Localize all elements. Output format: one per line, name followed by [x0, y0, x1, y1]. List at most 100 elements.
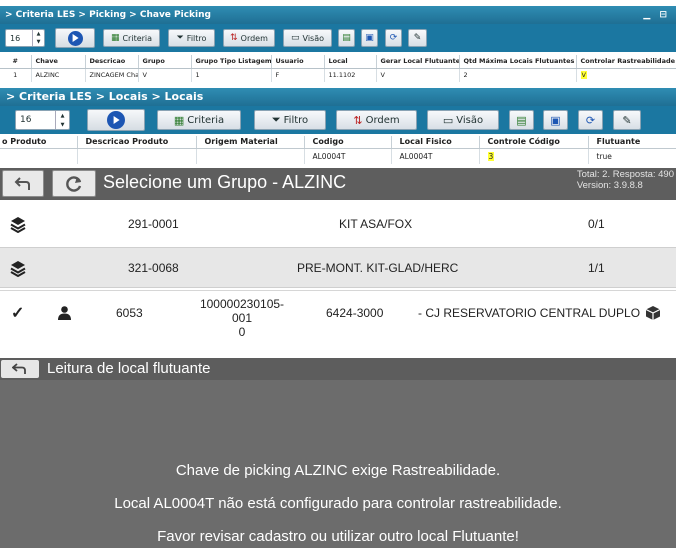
column-header[interactable]: Origem Material — [196, 136, 305, 149]
window-controls[interactable]: ▁ ⊟ — [643, 6, 670, 24]
refresh-button[interactable]: ⟳ — [578, 110, 603, 130]
grupo-header-bar: Selecione um Grupo - ALZINC Total: 2. Re… — [0, 168, 676, 200]
table-cell: V — [576, 68, 676, 82]
table-cell: V — [138, 68, 192, 82]
sort-az-icon: ⇅ — [230, 33, 238, 43]
page-size-stepper[interactable]: 16 ▲ ▼ — [5, 29, 45, 47]
play-icon — [67, 30, 83, 46]
status-info: Total: 2. Resposta: 490 Version: 3.9.8.8 — [577, 169, 674, 191]
back-button[interactable] — [2, 170, 44, 197]
column-header[interactable]: Chave — [31, 55, 86, 69]
export-icon: ▤ — [342, 33, 351, 43]
box-icon[interactable] — [645, 305, 661, 321]
ordem-button[interactable]: ⇅ Ordem — [336, 110, 417, 130]
list-item[interactable]: 321-0068 PRE-MONT. KIT-GLAD/HERC 1/1 — [0, 247, 676, 288]
save-button[interactable]: ▣ — [361, 29, 378, 47]
list-item[interactable]: 291-0001 KIT ASA/FOX 0/1 — [0, 204, 676, 245]
column-header[interactable]: Grupo Tipo Listagem — [191, 55, 272, 69]
dialog-header-bar: Leitura de local flutuante — [0, 358, 676, 380]
column-header[interactable]: Local Fisico — [391, 136, 480, 149]
ordem-button[interactable]: ⇅ Ordem — [223, 29, 275, 47]
stepper-arrows-icon[interactable]: ▲ ▼ — [32, 30, 44, 46]
column-header[interactable]: Usuario — [271, 55, 325, 69]
column-header[interactable]: Grupo — [138, 55, 192, 69]
stepper-arrows-icon[interactable]: ▲ ▼ — [55, 111, 69, 129]
column-header[interactable]: Flutuante — [588, 136, 676, 149]
view-icon: ▭ — [442, 113, 454, 127]
table-cell: 3 — [479, 148, 589, 164]
picking-table: # Chave Descricao Grupo Grupo Tipo Lista… — [0, 55, 676, 82]
item-description: - CJ RESERVATORIO CENTRAL DUPLO — [418, 306, 641, 320]
save-icon: ▣ — [365, 33, 374, 43]
table-cell — [77, 148, 197, 164]
run-button[interactable] — [87, 109, 145, 131]
message-line: Local AL0004T não está configurado para … — [114, 495, 562, 512]
page-title: Selecione um Grupo - ALZINC — [103, 172, 347, 192]
table-row[interactable]: AL0004T AL0004T 3 true — [0, 148, 676, 164]
column-header[interactable]: # — [0, 55, 32, 69]
save-icon: ▣ — [550, 113, 561, 127]
filtro-button[interactable]: ⏷ Filtro — [254, 110, 326, 130]
export-button[interactable]: ▤ — [509, 110, 534, 130]
table-cell — [0, 148, 78, 164]
funnel-icon: ⏷ — [176, 33, 184, 43]
sort-az-icon: ⇅ — [353, 113, 363, 127]
column-header[interactable]: Controle Código — [479, 136, 589, 149]
toolbar: 16 ▲ ▼ ▦ Criteria ⏷ Filtro ⇅ Ordem ▭ Visã… — [0, 106, 676, 134]
column-header[interactable]: Controlar Rastreabilidade — [576, 55, 676, 69]
message-line: Chave de picking ALZINC exige Rastreabil… — [175, 462, 501, 479]
table-cell: true — [588, 148, 676, 164]
criteria-icon: ▦ — [110, 33, 120, 43]
grupo-qty: 0/1 — [588, 217, 605, 231]
criteria-button[interactable]: ▦ Criteria — [103, 29, 160, 47]
item-ref: 6424-3000 — [326, 306, 384, 320]
column-header[interactable]: o Produto — [0, 136, 78, 149]
column-header[interactable]: Descricao — [85, 55, 139, 69]
dialog-body: Chave de picking ALZINC exige Rastreabil… — [0, 380, 676, 548]
refresh-button[interactable] — [52, 170, 96, 197]
layers-icon — [10, 217, 26, 233]
list-item[interactable]: ✓ 6053 100000230105-001 0 6424-3000 - CJ… — [0, 290, 676, 353]
dialog-title: Leitura de local flutuante — [47, 360, 211, 377]
export-icon: ▤ — [516, 113, 527, 127]
column-header[interactable]: Qtd Máxima Locais Flutuantes — [459, 55, 577, 69]
item-code: 100000230105-001 0 — [199, 297, 285, 339]
edit-icon: ✎ — [622, 113, 632, 127]
table-cell: 11.1102 — [324, 68, 377, 82]
message-line: Favor revisar cadastro ou utilizar outro… — [157, 528, 519, 545]
visao-button[interactable]: ▭ Visão — [427, 110, 499, 130]
item-number: 6053 — [116, 306, 143, 320]
grupo-code: 291-0001 — [128, 217, 179, 231]
edit-button[interactable]: ✎ — [613, 110, 641, 130]
column-header[interactable]: Codigo — [304, 136, 392, 149]
save-button[interactable]: ▣ — [543, 110, 568, 130]
table-header: # Chave Descricao Grupo Grupo Tipo Lista… — [0, 55, 676, 69]
locais-table: o Produto Descricao Produto Origem Mater… — [0, 136, 676, 164]
table-cell: 2 — [459, 68, 577, 82]
criteria-button[interactable]: ▦ Criteria — [157, 110, 241, 130]
chave-picking-panel: > Criteria LES > Picking > Chave Picking… — [0, 0, 676, 86]
edit-button[interactable]: ✎ — [408, 29, 427, 47]
play-icon — [107, 111, 125, 129]
column-header[interactable]: Local — [324, 55, 377, 69]
locais-panel: > Criteria LES > Locais > Locais 16 ▲ ▼ ▦… — [0, 86, 676, 168]
export-button[interactable]: ▤ — [338, 29, 355, 47]
column-header[interactable]: Descricao Produto — [77, 136, 197, 149]
table-cell: ZINCAGEM Cha — [85, 68, 139, 82]
filtro-button[interactable]: ⏷ Filtro — [168, 29, 215, 47]
table-row[interactable]: 1 ALZINC ZINCAGEM Cha V 1 F 11.1102 V 2 … — [0, 68, 676, 82]
version-text: Version: 3.9.8.8 — [576, 180, 643, 191]
table-cell: AL0004T — [391, 148, 480, 164]
column-header[interactable]: Gerar Local Flutuante — [376, 55, 460, 69]
table-cell: 1 — [191, 68, 272, 82]
edit-icon: ✎ — [413, 33, 422, 43]
back-arrow-icon — [14, 176, 30, 190]
refresh-button[interactable]: ⟳ — [385, 29, 402, 47]
visao-button[interactable]: ▭ Visão — [283, 29, 332, 47]
run-button[interactable] — [55, 28, 95, 48]
criteria-icon: ▦ — [173, 113, 185, 127]
table-cell: F — [271, 68, 325, 82]
toolbar: 16 ▲ ▼ ▦ Criteria ⏷ Filtro ⇅ Ordem ▭ Visã… — [0, 24, 676, 52]
back-button[interactable] — [1, 360, 39, 378]
page-size-stepper[interactable]: 16 ▲ ▼ — [15, 110, 70, 130]
